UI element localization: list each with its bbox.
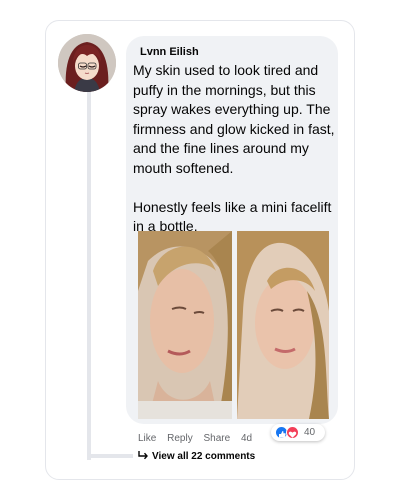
reply-action[interactable]: Reply xyxy=(167,433,193,444)
avatar[interactable] xyxy=(58,34,116,92)
reactions-summary[interactable]: 40 xyxy=(271,424,325,441)
comment-author[interactable]: Lvnn Eilish xyxy=(140,46,199,58)
reply-arrow-icon xyxy=(138,451,148,460)
after-photo[interactable] xyxy=(237,231,329,419)
comment-actions: Like Reply Share 4d xyxy=(138,433,260,444)
thread-connector xyxy=(87,454,133,458)
comment-timestamp[interactable]: 4d xyxy=(241,433,252,444)
view-all-comments-link[interactable]: View all 22 comments xyxy=(138,450,255,462)
anime-avatar-illustration xyxy=(58,34,116,92)
woman-face-photo xyxy=(237,231,329,419)
thread-line xyxy=(87,92,91,460)
comment-text: My skin used to look tired and puffy in … xyxy=(133,61,336,237)
woman-face-photo xyxy=(138,231,232,419)
before-photo[interactable] xyxy=(138,231,232,419)
like-action[interactable]: Like xyxy=(138,433,156,444)
share-action[interactable]: Share xyxy=(204,433,231,444)
reaction-count: 40 xyxy=(304,427,316,438)
love-icon xyxy=(286,426,299,439)
view-all-label: View all 22 comments xyxy=(152,451,256,462)
comment-paragraph: My skin used to look tired and puffy in … xyxy=(133,62,335,176)
